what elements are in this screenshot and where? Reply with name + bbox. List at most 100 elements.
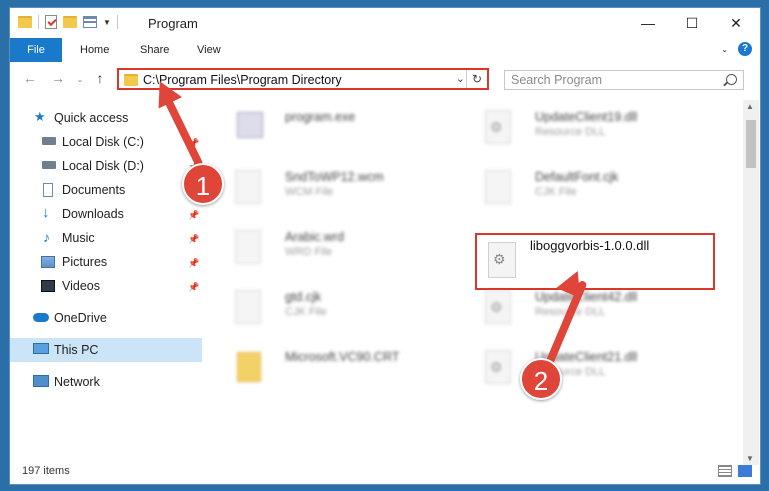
- step-2-badge: 2: [520, 358, 562, 400]
- sidebar-item-videos[interactable]: Videos 📌: [10, 274, 202, 298]
- pc-icon: [33, 343, 49, 354]
- music-icon: ♪: [43, 229, 50, 245]
- pin-icon[interactable]: 📌: [188, 210, 199, 221]
- large-icons-view-icon[interactable]: [738, 465, 752, 477]
- search-input[interactable]: Search Program: [504, 70, 744, 90]
- folder-icon: [124, 74, 138, 86]
- file-tile[interactable]: Arabic.wrd WRD File: [215, 228, 445, 284]
- generic-file-icon: [235, 290, 261, 324]
- maximize-button[interactable]: ☐: [670, 8, 714, 38]
- file-type: WRD File: [285, 246, 333, 258]
- chevron-down-icon[interactable]: ▼: [103, 18, 111, 27]
- refresh-button[interactable]: ↻: [466, 70, 487, 88]
- sidebar-item-label: Music: [62, 231, 95, 245]
- pin-icon[interactable]: 📌: [188, 258, 199, 269]
- details-view-icon[interactable]: [718, 465, 732, 477]
- ribbon-right: ⌄ ?: [721, 42, 752, 56]
- sidebar-item-label: Quick access: [54, 111, 129, 125]
- navigation-pane: ★ Quick access Local Disk (C:) 📌 Local D…: [10, 100, 205, 460]
- quick-access-toolbar: ▼: [18, 15, 118, 29]
- expand-ribbon-icon[interactable]: ⌄: [721, 45, 728, 54]
- generic-file-icon: [485, 170, 511, 204]
- folder-tile[interactable]: Microsoft.VC90.CRT: [215, 348, 445, 404]
- window-title: Program: [148, 16, 198, 31]
- sidebar-item-downloads[interactable]: ↓ Downloads 📌: [10, 202, 202, 226]
- sidebar-item-label: This PC: [54, 343, 99, 357]
- explorer-window: ▼ Program — ☐ ✕ File Home Share View ⌄ ?…: [9, 7, 761, 485]
- sidebar-item-documents[interactable]: Documents 📌: [10, 178, 202, 202]
- pin-icon[interactable]: 📌: [188, 234, 199, 245]
- new-folder-icon[interactable]: [63, 16, 77, 28]
- drive-icon: [42, 137, 56, 145]
- pin-icon[interactable]: 📌: [188, 282, 199, 293]
- folder-icon: [18, 16, 32, 28]
- documents-icon: [43, 183, 53, 197]
- file-tile[interactable]: gtd.cjk CJK File: [215, 288, 445, 344]
- ribbon: File Home Share View ⌄ ?: [10, 38, 760, 62]
- scroll-up-icon[interactable]: ▲: [746, 102, 754, 111]
- file-type: WCM File: [285, 186, 334, 198]
- sidebar-item-label: OneDrive: [54, 311, 107, 325]
- title-bar: ▼ Program — ☐ ✕: [10, 8, 760, 38]
- file-tile[interactable]: SndToWP12.wcm WCM File: [215, 168, 445, 224]
- file-tile[interactable]: UpdateClient19.dll Resource DLL: [465, 108, 695, 164]
- address-dropdown-icon[interactable]: ⌄: [456, 72, 465, 85]
- dll-file-icon: [485, 110, 511, 144]
- sidebar-item-pictures[interactable]: Pictures 📌: [10, 250, 202, 274]
- properties-check-icon[interactable]: [45, 15, 57, 29]
- file-name: DefaultFont.cjk: [535, 170, 619, 184]
- file-type: CJK File: [535, 186, 577, 198]
- view-buttons: [718, 465, 752, 477]
- sidebar-item-music[interactable]: ♪ Music 📌: [10, 226, 202, 250]
- scroll-thumb[interactable]: [746, 120, 756, 168]
- separator: [38, 15, 39, 29]
- dll-file-icon: [485, 350, 511, 384]
- network-icon: [33, 375, 49, 387]
- sidebar-item-label: Downloads: [62, 207, 124, 221]
- tab-share[interactable]: Share: [128, 38, 181, 62]
- search-icon[interactable]: [726, 74, 737, 85]
- highlight-box: [475, 233, 715, 290]
- sidebar-item-network[interactable]: Network: [10, 370, 202, 394]
- drive-icon: [42, 161, 56, 169]
- sidebar-item-label: Local Disk (D:): [62, 159, 144, 173]
- close-button[interactable]: ✕: [714, 8, 758, 38]
- search-placeholder: Search Program: [511, 73, 603, 87]
- file-name: SndToWP12.wcm: [285, 170, 384, 184]
- file-name: UpdateClient42.dll: [535, 290, 638, 304]
- item-count: 197 items: [22, 465, 70, 477]
- separator: [116, 15, 118, 29]
- tab-view[interactable]: View: [185, 38, 233, 62]
- sidebar-item-label: Pictures: [62, 255, 108, 269]
- forward-button[interactable]: →: [48, 70, 68, 86]
- exe-file-icon: [237, 112, 263, 138]
- tab-file[interactable]: File: [10, 38, 62, 62]
- back-button[interactable]: ←: [20, 70, 40, 86]
- star-icon: ★: [34, 109, 46, 124]
- recent-locations-icon[interactable]: ⌄: [70, 75, 90, 84]
- vertical-scrollbar[interactable]: ▲ ▼: [743, 100, 759, 465]
- help-icon[interactable]: ?: [738, 42, 752, 56]
- file-type: CJK File: [285, 306, 327, 318]
- customize-icon[interactable]: [83, 16, 97, 28]
- sidebar-item-label: Documents: [62, 183, 126, 197]
- sidebar-item-local-disk-c[interactable]: Local Disk (C:) 📌: [10, 130, 202, 154]
- sidebar-item-local-disk-d[interactable]: Local Disk (D:) 📌: [10, 154, 202, 178]
- sidebar-item-label: Videos: [62, 279, 100, 293]
- sidebar-item-onedrive[interactable]: OneDrive: [10, 306, 202, 330]
- file-name: gtd.cjk: [285, 290, 322, 304]
- pictures-icon: [41, 256, 55, 268]
- file-tile[interactable]: UpdateClient21.dll Resource DLL: [465, 348, 695, 404]
- tab-home[interactable]: Home: [68, 38, 121, 62]
- file-tile[interactable]: DefaultFont.cjk CJK File: [465, 168, 695, 224]
- cloud-icon: [33, 313, 49, 322]
- file-name: program.exe: [285, 110, 356, 124]
- up-button[interactable]: ↑: [90, 70, 110, 86]
- folder-icon: [237, 352, 261, 382]
- file-name: UpdateClient19.dll: [535, 110, 638, 124]
- generic-file-icon: [235, 170, 261, 204]
- file-tile[interactable]: program.exe: [215, 108, 445, 164]
- videos-icon: [41, 280, 55, 292]
- minimize-button[interactable]: —: [626, 8, 670, 38]
- sidebar-item-this-pc[interactable]: This PC: [10, 338, 202, 362]
